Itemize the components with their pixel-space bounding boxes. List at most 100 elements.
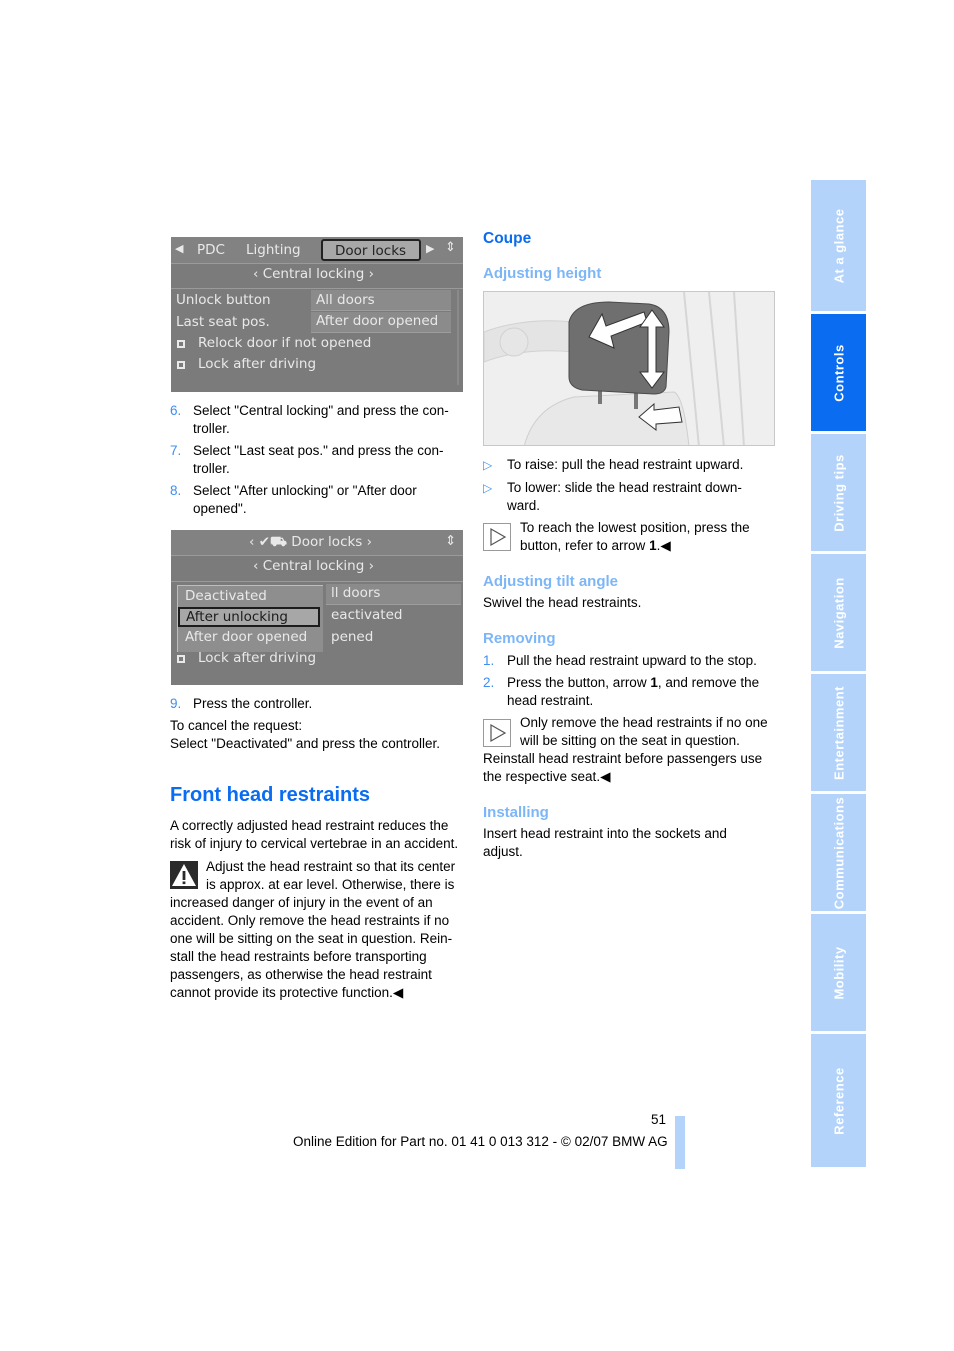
row-value: After door opened [316,313,439,329]
step-text-cont: troller. [193,461,230,476]
bullet-text-cont: ward. [507,498,541,513]
option-label: After unlocking [186,609,288,625]
nav-tab-label: Controls [831,343,846,402]
idrive-screen-central-locking-options: ‹ ✔⛟ Door locks › ⇕ ‹ Central locking › … [171,530,463,685]
note-line: To reach the lowest position, press the [520,520,750,535]
step-number: 8. [170,483,182,498]
tilt-text: Swivel the head restraints. [483,595,642,610]
heading-installing: Installing [483,804,549,821]
idrive-screen-door-locks: ◀ PDC Lighting Door locks ▶ ⇕ ‹ Central … [171,237,463,392]
submenu-central-locking[interactable]: ‹ Central locking › [253,558,374,574]
intro-line: risk of injury to cervical vertebrae in … [170,836,459,851]
warning-text: Adjust the head restraint so that its ce… [170,858,470,1002]
tab-door-locks[interactable]: Door locks [321,239,421,261]
head-restraint-illustration [483,291,775,446]
nav-tab-reference[interactable]: Reference [811,1034,866,1167]
intro-line: A correctly adjusted head restraint redu… [170,818,449,833]
option-after-unlocking[interactable]: After unlocking [178,607,320,627]
step: 8. Select "After unlocking" or "After do… [170,482,470,522]
checkbox[interactable] [177,361,185,369]
checkbox[interactable] [177,340,185,348]
nav-tab-label: Navigation [831,576,846,649]
note-line: the respective seat.◀ [483,769,611,784]
checkbox[interactable] [177,655,185,663]
warning-line: cannot provide its protective function.◀ [170,985,404,1000]
controller-icon: ⇕ [445,240,456,255]
nav-tab-label: Communications [831,796,846,909]
section-heading-front-head-restraints: Front head restraints [170,784,371,806]
page-number: 51 [651,1112,667,1127]
note-icon [483,523,511,551]
step-text: Press the controller. [193,696,313,711]
nav-tab-controls[interactable]: Controls [811,314,866,431]
nav-tab-navigation[interactable]: Navigation [811,554,866,671]
step-number: 2. [483,675,495,690]
note-line-text: button, refer to arrow [520,538,650,553]
step-list: 6. Select "Central locking" and press th… [170,402,470,522]
heading-adjusting-tilt-angle: Adjusting tilt angle [483,573,618,590]
nav-tab-label: Reference [831,1066,846,1135]
heading-coupe: Coupe [483,230,532,247]
controller-icon: ⇕ [445,533,457,549]
right-arrow-icon: ▶ [426,242,435,255]
behind-value: pened [331,629,374,645]
step-number: 6. [170,403,182,418]
bullet-text: To lower: slide the head restraint down- [507,480,742,495]
tab-pdc[interactable]: PDC [197,242,225,258]
note-text: Only remove the head restraints if no on… [483,714,783,786]
option-after-door-opened[interactable]: After door opened [185,629,307,645]
note-line: Only remove the head restraints if no on… [520,715,768,730]
nav-tab-at-a-glance[interactable]: At a glance [811,180,866,311]
triangle-bullet-icon: ▷ [483,458,493,472]
nav-tab-entertainment[interactable]: Entertainment [811,674,866,791]
step: 6. Select "Central locking" and press th… [170,402,470,442]
step-text-post: , and remove the [657,675,760,690]
nav-tab-label: At a glance [831,208,846,283]
step-text: Select "After unlocking" or "After door [193,483,417,498]
checkbox-label: Relock door if not opened [198,335,372,351]
scrollbar[interactable] [457,290,459,385]
step-number: 7. [170,443,182,458]
nav-tab-driving-tips[interactable]: Driving tips [811,434,866,551]
submenu-label: Central locking [262,266,365,282]
submenu-central-locking[interactable]: ‹ Central locking › [253,266,374,282]
warning-line: Adjust the head restraint so that its ce… [206,859,456,874]
triangle-bullet-icon: ▷ [483,481,493,495]
note-line: Reinstall head restraint before passenge… [483,751,763,766]
bullet-text: To raise: pull the head restraint upward… [507,457,744,472]
warning-line: increased danger of injury in the event … [170,895,433,910]
behind-value: eactivated [331,607,403,623]
warning-line: passengers, as otherwise the head restra… [170,967,432,982]
step-text-cont: opened". [193,501,247,516]
cancel-line-2: Select "Deactivated" and press the contr… [170,736,440,751]
heading-removing: Removing [483,630,556,647]
note-line: button, refer to arrow 1.◀ [520,537,750,555]
checkbox-label: Lock after driving [198,650,317,666]
behind-value: ll doors [331,585,381,601]
step-text: Pull the head restraint upward to the st… [507,653,757,668]
edition-text: Online Edition for Part no. 01 41 0 013 … [293,1134,668,1149]
option-deactivated[interactable]: Deactivated [185,588,267,604]
step-text-cont: head restraint. [507,693,594,708]
nav-tab-mobility[interactable]: Mobility [811,914,866,1031]
row-value: All doors [316,292,375,308]
cancel-line-1: To cancel the request: [170,718,303,733]
nav-tab-label: Driving tips [831,453,846,532]
step: 7. Select "Last seat pos." and press the… [170,442,470,482]
check-car-icon: ✔⛟ [258,534,287,550]
door-locks-title: ‹ ✔⛟ Door locks › [249,534,373,550]
warning-line: one will be sitting on the seat in quest… [170,931,453,946]
row-label[interactable]: Unlock button [176,292,271,308]
step-text-cont: troller. [193,421,230,436]
row-label[interactable]: Last seat pos. [176,314,270,330]
title-label: Door locks [291,534,363,550]
submenu-label: Central locking [262,558,365,574]
step-text: Press the button, arrow 1, and remove th… [507,674,759,692]
heading-adjusting-height: Adjusting height [483,265,602,282]
note-line: will be sitting on the seat in question. [520,733,740,748]
arrow-ref: 1 [649,538,657,553]
tab-lighting[interactable]: Lighting [246,242,301,258]
note-text: To reach the lowest position, press the … [520,519,750,555]
nav-tab-communications[interactable]: Communications [811,794,866,911]
checkbox-label: Lock after driving [198,356,317,372]
